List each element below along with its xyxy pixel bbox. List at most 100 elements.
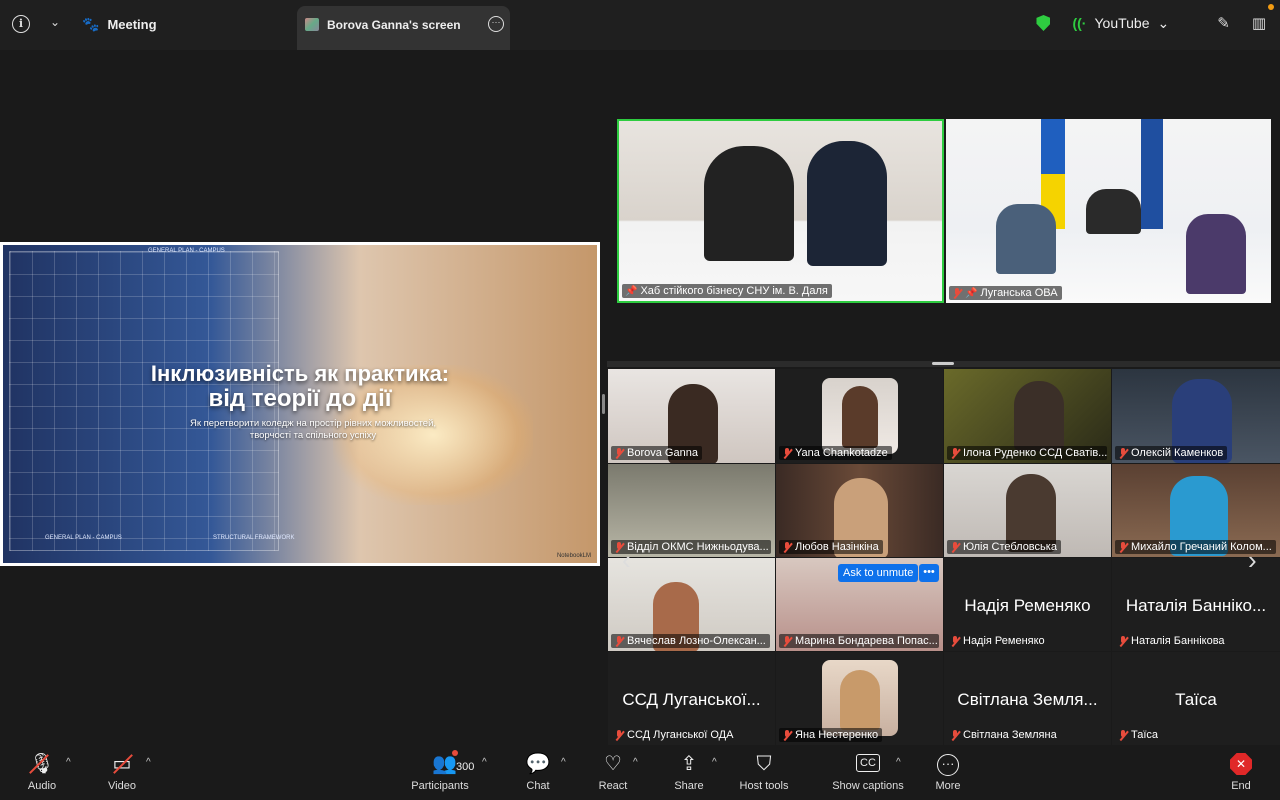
meeting-toolbar: 🎙 Audio ^ ▭ Video ^ 👥300 Participants ^ … <box>0 745 1280 800</box>
shared-screen: GENERAL PLAN - CAMPUS GENERAL PLAN - CAM… <box>0 242 600 566</box>
participant-label: Таїса <box>1115 728 1162 742</box>
screen-share-title: Borova Ganna's screen <box>327 18 461 32</box>
participant-label: ССД Луганської ОДА <box>611 728 737 742</box>
screen-share-tab[interactable]: Borova Ganna's screen ··· <box>297 6 510 50</box>
resize-handle[interactable] <box>602 394 605 414</box>
info-icon[interactable]: i <box>12 15 30 33</box>
video-off-icon: ▭ <box>113 752 133 776</box>
person-shape <box>704 146 794 261</box>
participant-label: Наталія Баннікова <box>1115 634 1229 648</box>
participant-label: Марина Бондарева Попас... <box>779 634 940 648</box>
sidebar-icon[interactable]: ▥ <box>1252 14 1266 32</box>
video-tile[interactable]: Юлія Стебловська <box>944 464 1111 557</box>
chat-caret-icon[interactable]: ^ <box>561 757 566 768</box>
video-tile[interactable]: Любов Назінкіна <box>776 464 943 557</box>
more-button[interactable]: ··· More <box>932 745 964 800</box>
video-tile[interactable]: Yana Chankotadze <box>776 369 943 463</box>
participant-display-name: Наталія Баннікo... <box>1125 596 1267 615</box>
drag-handle[interactable] <box>932 362 954 365</box>
participant-label: Любов Назінкіна <box>779 540 883 554</box>
top-bar: i ⌄ 🐾 Meeting Borova Ganna's screen ··· … <box>0 0 1280 50</box>
avatar <box>822 660 898 736</box>
mic-off-icon <box>782 729 792 741</box>
host-shield-icon: ⛉ <box>756 753 772 775</box>
watermark: NotebookLM <box>556 553 591 559</box>
video-tile[interactable]: Ілона Руденко ССД Сватів... <box>944 369 1111 463</box>
video-tile[interactable]: Надія Ременяко Надія Ременяко <box>944 558 1111 651</box>
shield-check-icon[interactable] <box>1036 15 1051 31</box>
chat-button[interactable]: 💬 Chat <box>522 745 554 800</box>
video-tile-hub[interactable]: 📌 Хаб стійкого бізнесу СНУ ім. В. Даля <box>617 119 944 303</box>
more-icon: ··· <box>937 754 959 776</box>
flag-shape <box>1141 119 1163 229</box>
topbar-right: ((· YouTube ⌄ ✎ ▥ <box>1036 14 1266 32</box>
share-icon: ⇪ <box>680 753 698 775</box>
participants-button[interactable]: 👥 300 Participants <box>406 745 474 800</box>
host-tools-button[interactable]: ⛉ Host tools <box>736 745 792 800</box>
video-tile-lugansk[interactable]: 📌 Луганська ОВА <box>946 119 1271 303</box>
mic-off-icon <box>1118 635 1128 647</box>
pen-icon[interactable]: ✎ <box>1217 14 1230 32</box>
video-tile[interactable]: Олексій Каменков <box>1112 369 1280 463</box>
audio-button[interactable]: 🎙 Audio <box>26 745 58 800</box>
share-caret-icon[interactable]: ^ <box>712 757 717 768</box>
video-tile[interactable]: Borova Ganna <box>608 369 775 463</box>
chevron-right-icon[interactable]: › <box>1248 545 1257 576</box>
participant-label: 📌 Луганська ОВА <box>949 286 1062 300</box>
more-options-icon[interactable]: ··· <box>488 16 504 32</box>
signal-icon: ((· <box>1072 15 1087 31</box>
video-button[interactable]: ▭ Video <box>104 745 140 800</box>
react-button[interactable]: ♡ React <box>596 745 630 800</box>
avatar <box>822 378 898 454</box>
video-tile[interactable]: Світлана Земля... Світлана Земляна <box>944 652 1111 745</box>
video-tile[interactable]: ССД Луганської... ССД Луганської ОДА <box>608 652 775 745</box>
chevron-down-icon[interactable]: ⌄ <box>50 15 60 29</box>
audio-caret-icon[interactable]: ^ <box>66 757 71 768</box>
chevron-down-icon: ⌄ <box>1157 14 1170 31</box>
video-tile[interactable]: Відділ ОКМС Нижньодува... <box>608 464 775 557</box>
slide-title: Інклюзивність як практика: від теорії до… <box>3 361 597 411</box>
heart-icon: ♡ <box>604 753 622 775</box>
react-caret-icon[interactable]: ^ <box>633 757 638 768</box>
mic-off-icon <box>1118 447 1128 459</box>
person-shape <box>1014 381 1064 451</box>
blueprint-label-bottom-left: GENERAL PLAN - CAMPUS <box>45 535 122 541</box>
paw-icon: 🐾 <box>82 16 100 32</box>
pin-icon: 📌 <box>625 285 638 297</box>
livestream-dropdown[interactable]: ((· YouTube ⌄ <box>1072 15 1169 32</box>
slide-subtitle: Як перетворити коледж на простір рівних … <box>189 418 437 441</box>
person-shape <box>842 386 878 448</box>
slide-image: GENERAL PLAN - CAMPUS GENERAL PLAN - CAM… <box>3 245 597 563</box>
person-shape <box>1086 189 1141 234</box>
captions-caret-icon[interactable]: ^ <box>896 757 901 768</box>
mic-off-icon <box>782 635 792 647</box>
participant-label: Юлія Стебловська <box>947 540 1061 554</box>
video-tile[interactable]: Яна Нестеренко <box>776 652 943 745</box>
ask-to-unmute-button[interactable]: Ask to unmute <box>838 564 919 582</box>
video-caret-icon[interactable]: ^ <box>146 757 151 768</box>
unmute-more-button[interactable]: ••• <box>919 564 939 582</box>
participant-label: Відділ ОКМС Нижньодува... <box>611 540 772 554</box>
end-button[interactable]: ✕ End <box>1226 745 1256 800</box>
person-shape <box>996 204 1056 274</box>
chevron-left-icon[interactable]: ‹ <box>622 545 631 576</box>
meeting-tab[interactable]: 🐾 Meeting <box>82 16 157 33</box>
mic-off-icon <box>614 447 624 459</box>
participant-label: Світлана Земляна <box>947 728 1061 742</box>
mic-off-icon <box>952 287 962 299</box>
mic-off-icon <box>950 729 960 741</box>
participants-caret-icon[interactable]: ^ <box>482 757 487 768</box>
person-shape <box>807 141 887 266</box>
video-tile[interactable]: Михайло Гречаний Колом... <box>1112 464 1280 557</box>
show-captions-button[interactable]: CC Show captions <box>828 745 908 800</box>
blueprint-label-bottom-mid: STRUCTURAL FRAMEWORK <box>213 535 295 541</box>
share-button[interactable]: ⇪ Share <box>672 745 706 800</box>
video-tile[interactable]: Вячеслав Лозно-Олексан... <box>608 558 775 651</box>
participant-display-name: ССД Луганської... <box>622 690 761 709</box>
cc-icon: CC <box>856 754 880 772</box>
mic-off-icon <box>950 541 960 553</box>
mic-off-icon <box>1118 541 1128 553</box>
person-shape <box>840 670 880 730</box>
slide-title-line2: від теорії до дії <box>208 385 392 412</box>
video-tile[interactable]: Таїса Таїса <box>1112 652 1280 745</box>
